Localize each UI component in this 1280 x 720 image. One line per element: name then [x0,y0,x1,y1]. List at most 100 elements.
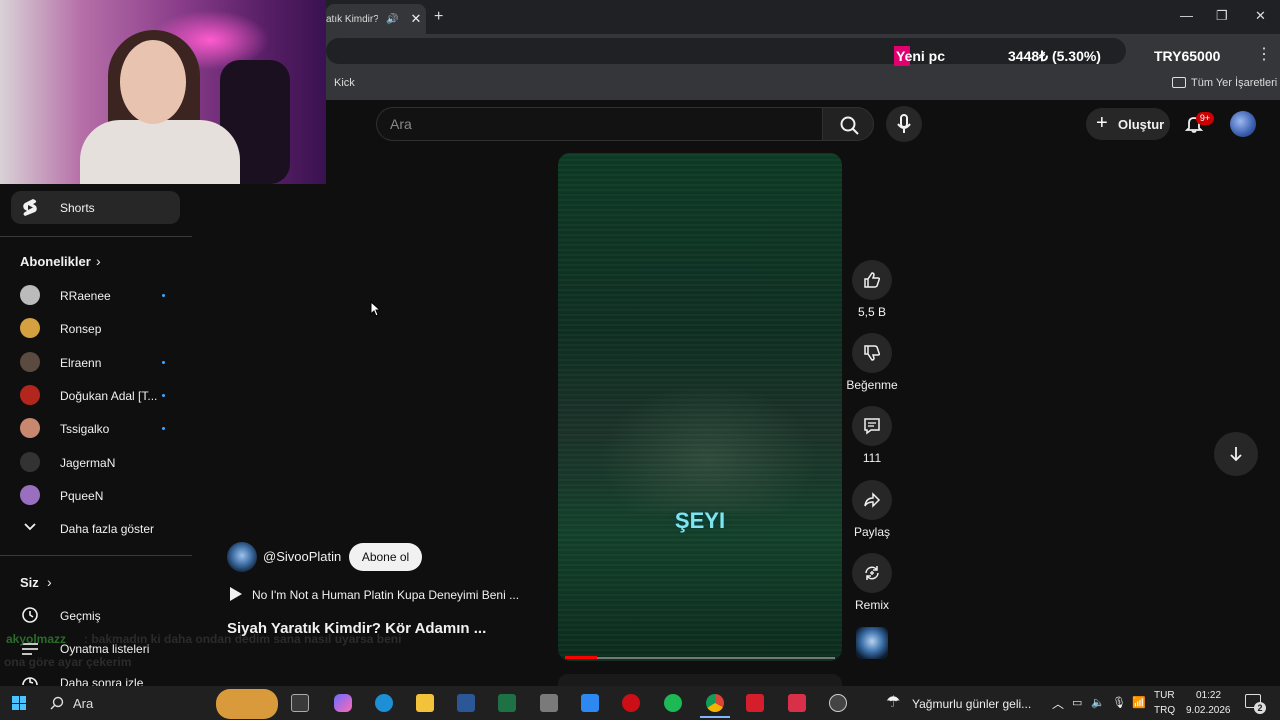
streamer-webcam [0,0,326,184]
video-progress-fill [565,656,597,659]
thumbs-up-icon [864,272,881,288]
channel-avatar[interactable] [227,542,257,572]
shorts-icon [23,199,37,216]
screen: atık Kimdir? 🔊 ✕ + — ❐ ✕ Yeni pc 3448₺ (… [0,0,1280,720]
volume-icon[interactable]: 🔈 [1091,696,1105,709]
like-button[interactable] [852,260,892,300]
channel-avatar [20,385,40,405]
subscriptions-heading[interactable]: Abonelikler [20,254,91,269]
remix-icon [865,566,879,580]
close-window-icon[interactable]: ✕ [1255,8,1266,24]
clock-time[interactable]: 01:22 [1196,690,1221,701]
edge-icon[interactable] [375,694,393,712]
calculator-icon[interactable] [540,694,558,712]
share-button[interactable] [852,480,892,520]
comment-icon [864,418,880,435]
search-button[interactable] [822,107,874,141]
search-highlight-image [216,689,278,719]
notification-badge: 9+ [1196,112,1214,125]
excel-icon[interactable] [498,694,516,712]
search-placeholder: Ara [390,116,412,132]
comments-button[interactable] [852,406,892,446]
browser-tab[interactable]: atık Kimdir? 🔊 ✕ [326,4,426,34]
app-icon[interactable] [829,694,847,712]
channel-avatar [20,318,40,338]
share-icon [864,492,881,508]
search-icon [50,696,64,710]
subscribe-button[interactable]: Abone ol [349,543,422,571]
browser-menu-icon[interactable]: ⋮ [1256,44,1272,64]
like-count: 5,5 B [857,305,887,319]
microphone-icon [897,114,911,133]
video-progress-bar[interactable] [565,657,835,659]
tab-title: atık Kimdir? [326,13,378,25]
maximize-icon[interactable]: ❐ [1216,8,1228,24]
new-content-dot [162,361,165,364]
copilot-icon[interactable] [334,694,352,712]
sidebar-subscription-item[interactable]: RRaenee [60,289,111,303]
thumbs-down-icon [864,345,881,361]
channel-thumbnail[interactable] [856,627,888,659]
language-bottom[interactable]: TRQ [1154,705,1175,716]
sidebar-subscription-item[interactable]: Doğukan Adal [T... [60,389,157,403]
speaker-icon[interactable]: 🔊 [386,14,398,25]
sidebar-subscription-item[interactable]: Elraenn [60,356,101,370]
sidebar-subscription-item[interactable]: PqueeN [60,489,103,503]
history-icon [22,607,38,623]
short-video-player[interactable] [558,153,842,661]
sidebar-divider [0,236,192,237]
remix-button[interactable] [852,553,892,593]
sidebar-subscription-item[interactable]: Tssigalko [60,422,109,436]
new-content-dot [162,427,165,430]
sidebar-item-history[interactable]: Geçmiş [60,609,101,623]
voice-search-button[interactable] [886,106,922,142]
donation-goal: TRY65000 [1154,48,1221,64]
file-explorer-icon[interactable] [416,694,434,712]
microphone-tray-icon[interactable]: 🎙 [1112,696,1126,709]
search-input[interactable]: Ara [376,107,822,141]
windows-start-icon[interactable] [12,696,26,710]
channel-handle[interactable]: @SivooPlatin [263,549,341,564]
sidebar-shorts-label: Shorts [60,201,95,215]
plus-icon: + [1096,112,1108,134]
watch-later-icon [22,677,38,686]
weather-text[interactable]: Yağmurlu günler geli... [912,697,1031,711]
all-bookmarks[interactable]: Tüm Yer İşaretleri [1191,77,1277,89]
app-icon[interactable] [746,694,764,712]
close-tab-icon[interactable]: ✕ [410,11,421,27]
bookmark-kick[interactable]: Kick [334,77,355,89]
next-video-button[interactable] [1214,432,1258,476]
store-icon[interactable] [581,694,599,712]
create-label: Oluştur [1118,116,1165,132]
network-icon[interactable]: 📶 [1132,696,1146,709]
show-more-button[interactable]: Daha fazla göster [60,522,154,536]
chevron-up-icon[interactable]: ︿ [1052,695,1064,712]
channel-avatar [20,352,40,372]
new-tab-button[interactable]: + [434,8,443,26]
address-bar[interactable] [326,38,1126,64]
sidebar-subscription-item[interactable]: Ronsep [60,322,101,336]
battery-icon[interactable]: ▭ [1072,696,1082,709]
music-title[interactable]: No I'm Not a Human Platin Kupa Deneyimi … [252,588,519,602]
share-label: Paylaş [853,525,891,539]
dislike-button[interactable] [852,333,892,373]
notification-count: 2 [1254,702,1266,714]
play-icon [230,587,242,601]
sidebar-subscription-item[interactable]: JagermaN [60,456,115,470]
you-heading[interactable]: Siz [20,575,39,590]
taskbar-search-label: Ara [73,695,94,711]
chrome-icon[interactable] [706,694,724,712]
account-avatar[interactable] [1230,111,1256,137]
clock-date[interactable]: 9.02.2026 [1186,705,1231,716]
chat-username: akyolmazz [6,632,67,646]
spotify-icon[interactable] [664,694,682,712]
opera-icon[interactable] [622,694,640,712]
chat-message-line2: ona göre ayar çekerim [4,655,132,669]
sidebar-divider [0,555,192,556]
word-icon[interactable] [457,694,475,712]
new-content-dot [162,394,165,397]
minimize-icon[interactable]: — [1180,8,1193,23]
task-view-icon[interactable] [291,694,309,712]
app-icon[interactable] [788,694,806,712]
language-top[interactable]: TUR [1154,690,1175,701]
